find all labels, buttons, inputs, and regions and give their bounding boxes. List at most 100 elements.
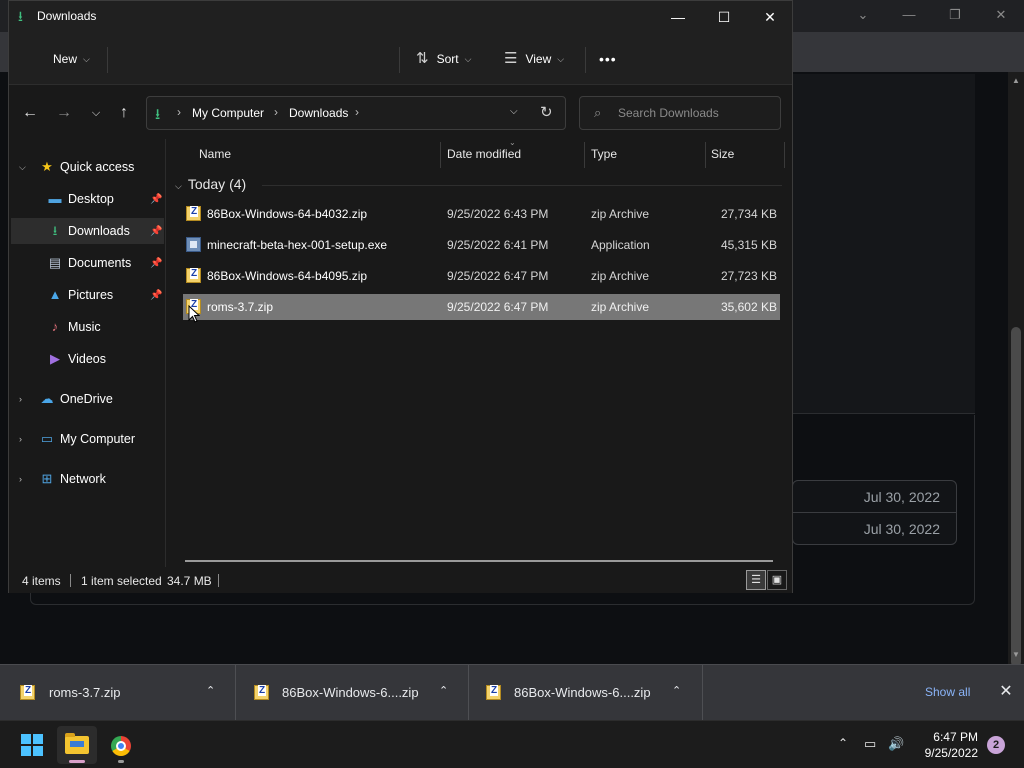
up-arrow-icon[interactable]: ↑ (113, 102, 135, 124)
pin-icon[interactable]: 📌 (150, 194, 162, 205)
close-icon[interactable]: ✕ (996, 681, 1016, 701)
column-divider[interactable] (440, 142, 441, 168)
expand-chevron-icon[interactable]: › (19, 394, 22, 404)
recent-locations-chevron-icon[interactable]: ⌵ (85, 102, 107, 124)
clock[interactable]: 6:47 PM 9/25/2022 (914, 729, 978, 761)
pin-icon[interactable]: 📌 (150, 258, 162, 269)
download-icon: ⭳ (52, 223, 58, 238)
group-header-today[interactable]: ⌵ Today (4) (175, 176, 246, 192)
clock-date: 9/25/2022 (924, 746, 978, 760)
expand-chevron-icon[interactable]: ⌵ (19, 162, 26, 173)
chrome-restore-button[interactable]: ❐ (945, 6, 965, 24)
chrome-close-button[interactable]: ✕ (991, 6, 1011, 24)
forward-arrow-icon[interactable]: → (53, 102, 75, 124)
sidebar-item-documents[interactable]: ▤ Documents 📌 (11, 250, 164, 276)
navigation-pane: ⌵ ★ Quick access ▬ Desktop 📌 ⭳ Downloads… (9, 139, 166, 567)
breadcrumb-chevron-icon[interactable]: › (355, 105, 359, 119)
address-row: ← → ⌵ ↑ ⭳ › My Computer › Downloads › ⌵ … (9, 85, 792, 139)
breadcrumb-chevron-icon[interactable]: › (274, 105, 278, 119)
tray-overflow-chevron-icon[interactable]: ⌃ (838, 736, 848, 750)
scroll-thumb[interactable] (1011, 327, 1021, 667)
download-item[interactable]: roms-3.7.zip ⌃ (0, 665, 236, 721)
sidebar-item-desktop[interactable]: ▬ Desktop 📌 (11, 186, 164, 212)
taskbar: ⌃ ▭ 🔊 6:47 PM 9/25/2022 2 (0, 720, 1024, 768)
column-divider[interactable] (784, 142, 785, 168)
back-arrow-icon[interactable]: ← (19, 102, 41, 124)
clock-time: 6:47 PM (933, 730, 978, 744)
item-count: 4 items (22, 574, 61, 588)
file-type: zip Archive (591, 207, 650, 221)
address-bar[interactable]: ⭳ › My Computer › Downloads › ⌵ ↻ (146, 96, 566, 130)
toolbar-divider (107, 47, 108, 73)
collapse-chevron-icon[interactable]: ⌵ (175, 181, 182, 191)
volume-icon[interactable]: 🔊 (888, 736, 904, 752)
chevron-down-icon: ⌵ (557, 54, 565, 64)
selection-size: 34.7 MB (167, 574, 212, 588)
pin-icon[interactable]: 📌 (150, 226, 162, 237)
sidebar-item-downloads[interactable]: ⭳ Downloads 📌 (11, 218, 164, 244)
address-history-chevron-icon[interactable]: ⌵ (510, 106, 518, 117)
view-button[interactable]: ☰ View ⌵ (504, 45, 564, 73)
maximize-button[interactable]: ☐ (701, 1, 747, 33)
expand-chevron-icon[interactable]: › (19, 434, 22, 444)
column-header-date[interactable]: Date modified (447, 147, 521, 161)
horizontal-scrollbar[interactable] (185, 560, 773, 562)
file-name: 86Box-Windows-64-b4095.zip (207, 269, 368, 283)
status-bar: 4 items 1 item selected 34.7 MB ☰ ▣ (9, 567, 792, 593)
file-size: 27,734 KB (720, 207, 777, 221)
sidebar-item-network[interactable]: › ⊞ Network (11, 466, 164, 492)
scroll-down-icon[interactable]: ▼ (1011, 650, 1021, 660)
breadcrumb-chevron-icon[interactable]: › (177, 105, 181, 119)
breadcrumb-downloads[interactable]: Downloads (289, 106, 348, 120)
see-more-button[interactable]: ••• (599, 45, 617, 73)
sidebar-item-pictures[interactable]: ▲ Pictures 📌 (11, 282, 164, 308)
desktop-icon: ▬ (48, 191, 62, 206)
zip-icon (486, 685, 501, 700)
column-divider[interactable] (584, 142, 585, 168)
chevron-up-icon[interactable]: ⌃ (439, 684, 448, 697)
sidebar-item-onedrive[interactable]: › ☁ OneDrive (11, 386, 164, 412)
chrome-tab-search-icon[interactable]: ⌄ (853, 6, 873, 24)
chrome-scrollbar[interactable]: ▲ ▼ (1008, 72, 1024, 667)
chevron-up-icon[interactable]: ⌃ (206, 684, 215, 697)
sidebar-item-label: Pictures (68, 288, 114, 302)
sidebar-item-videos[interactable]: ▶ Videos (11, 346, 164, 372)
file-row[interactable]: minecraft-beta-hex-001-setup.exe 9/25/20… (183, 232, 780, 258)
chrome-minimize-button[interactable]: — (899, 6, 919, 24)
chevron-up-icon[interactable]: ⌃ (672, 684, 681, 697)
column-header-type[interactable]: Type (591, 147, 617, 161)
expand-chevron-icon[interactable]: › (19, 474, 22, 484)
new-button[interactable]: New ⌵ (53, 45, 90, 73)
column-header-name[interactable]: Name (199, 147, 231, 161)
breadcrumb-my-computer[interactable]: My Computer (192, 106, 264, 120)
chrome-taskbar-button[interactable] (101, 726, 141, 764)
refresh-icon[interactable]: ↻ (540, 103, 553, 121)
close-button[interactable]: ✕ (747, 1, 793, 33)
sidebar-item-quick-access[interactable]: ⌵ ★ Quick access (11, 154, 164, 180)
file-explorer-taskbar-button[interactable] (57, 726, 97, 764)
file-type: Application (591, 238, 650, 252)
file-row[interactable]: 86Box-Windows-64-b4095.zip 9/25/2022 6:4… (183, 263, 780, 289)
file-row-selected[interactable]: roms-3.7.zip 9/25/2022 6:47 PM zip Archi… (183, 294, 780, 320)
sidebar-item-music[interactable]: ♪ Music (11, 314, 164, 340)
notification-badge[interactable]: 2 (987, 736, 1005, 754)
details-view-icon[interactable]: ☰ (746, 570, 766, 590)
file-row[interactable]: 86Box-Windows-64-b4032.zip 9/25/2022 6:4… (183, 201, 780, 227)
large-icons-view-icon[interactable]: ▣ (767, 570, 787, 590)
download-item[interactable]: 86Box-Windows-6....zip ⌃ (469, 665, 703, 721)
explorer-titlebar[interactable]: ⭳ Downloads — ☐ ✕ (9, 1, 792, 33)
download-item[interactable]: 86Box-Windows-6....zip ⌃ (236, 665, 469, 721)
column-header-size[interactable]: Size (711, 147, 734, 161)
chevron-down-icon: ⌵ (83, 54, 90, 64)
show-all-link[interactable]: Show all (925, 685, 970, 699)
pin-icon[interactable]: 📌 (150, 290, 162, 301)
minimize-button[interactable]: — (655, 1, 701, 33)
network-icon[interactable]: ▭ (864, 736, 876, 752)
windows-start-icon[interactable] (21, 734, 43, 756)
search-input[interactable] (618, 104, 773, 122)
search-box[interactable]: ⌕ (579, 96, 781, 130)
scroll-up-icon[interactable]: ▲ (1011, 76, 1021, 86)
sort-button[interactable]: ⇅ Sort ⌵ (416, 45, 471, 73)
column-divider[interactable] (705, 142, 706, 168)
sidebar-item-my-computer[interactable]: › ▭ My Computer (11, 426, 164, 452)
